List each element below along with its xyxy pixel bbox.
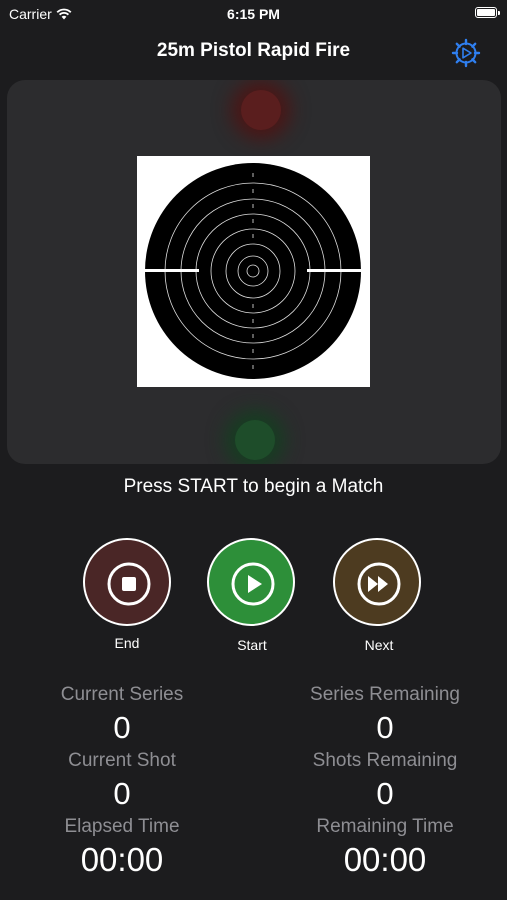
end-label: End bbox=[114, 635, 140, 651]
shots-remaining-value: 0 bbox=[376, 776, 394, 811]
remaining-time-value: 00:00 bbox=[343, 841, 427, 878]
green-light-indicator bbox=[235, 420, 275, 460]
match-prompt: Press START to begin a Match bbox=[123, 476, 384, 497]
start-button[interactable] bbox=[207, 538, 295, 626]
play-icon bbox=[231, 562, 275, 606]
red-light-indicator bbox=[241, 90, 281, 130]
pistol-target-icon bbox=[145, 163, 361, 379]
elapsed-time-label: Elapsed Time bbox=[64, 816, 180, 837]
series-remaining-label: Series Remaining bbox=[310, 684, 460, 705]
next-label: Next bbox=[364, 637, 394, 653]
clock: 6:15 PM bbox=[227, 6, 280, 22]
current-series-value: 0 bbox=[113, 710, 131, 745]
target-panel bbox=[7, 80, 501, 464]
end-button[interactable] bbox=[83, 538, 171, 626]
fast-forward-icon bbox=[357, 562, 401, 606]
elapsed-time-value: 00:00 bbox=[80, 841, 164, 878]
current-shot-label: Current Shot bbox=[68, 750, 176, 771]
stop-icon bbox=[107, 562, 151, 606]
start-label: Start bbox=[237, 637, 267, 653]
current-shot-value: 0 bbox=[113, 776, 131, 811]
target-image bbox=[137, 156, 370, 387]
series-remaining-value: 0 bbox=[376, 710, 394, 745]
battery-icon bbox=[475, 7, 500, 18]
current-series-label: Current Series bbox=[60, 684, 184, 705]
remaining-time-label: Remaining Time bbox=[316, 816, 454, 837]
page-title: 25m Pistol Rapid Fire bbox=[156, 40, 351, 61]
status-bar: Carrier 6:15 PM bbox=[0, 0, 507, 30]
settings-button[interactable] bbox=[451, 38, 481, 68]
next-button[interactable] bbox=[333, 538, 421, 626]
gear-play-icon bbox=[451, 38, 481, 68]
shots-remaining-label: Shots Remaining bbox=[312, 750, 458, 771]
